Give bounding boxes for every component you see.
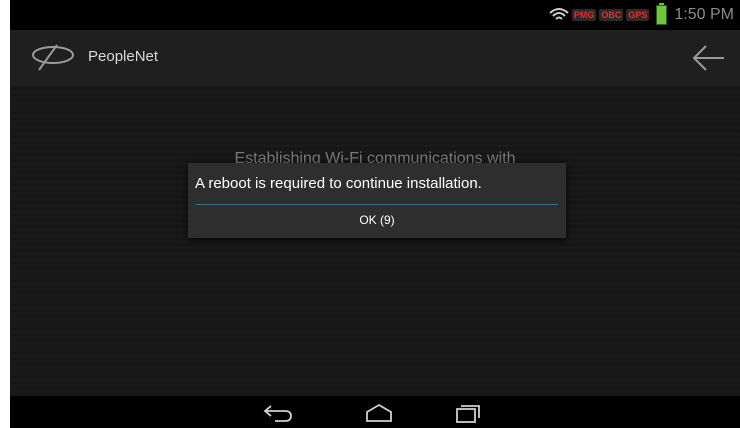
battery-icon — [656, 3, 668, 25]
navigation-bar — [10, 396, 740, 428]
app-title: PeopleNet — [88, 48, 159, 65]
reboot-dialog: A reboot is required to continue install… — [188, 163, 566, 238]
dialog-message: A reboot is required to continue install… — [195, 175, 482, 192]
status-bar: PMG OBC GPS 1:50 PM — [10, 0, 740, 30]
status-icons: PMG OBC GPS 1:50 PM — [549, 3, 734, 27]
recents-nav-icon[interactable] — [451, 402, 487, 424]
ok-button[interactable]: OK (9) — [192, 205, 562, 235]
content-area: Establishing Wi-Fi communications with — [10, 86, 740, 396]
status-time: 1:50 PM — [674, 6, 734, 23]
back-arrow-icon[interactable] — [688, 40, 728, 76]
obc-indicator: OBC — [599, 9, 624, 21]
tablet-screen: PMG OBC GPS 1:50 PM PeopleNet Establishi… — [10, 0, 740, 428]
home-nav-icon[interactable] — [361, 402, 397, 424]
back-nav-icon[interactable] — [261, 402, 297, 424]
peoplenet-logo — [32, 44, 74, 71]
wifi-icon — [549, 8, 569, 20]
pmg-indicator: PMG — [571, 9, 597, 21]
gps-indicator: GPS — [626, 9, 650, 21]
action-bar: PeopleNet — [10, 30, 740, 86]
